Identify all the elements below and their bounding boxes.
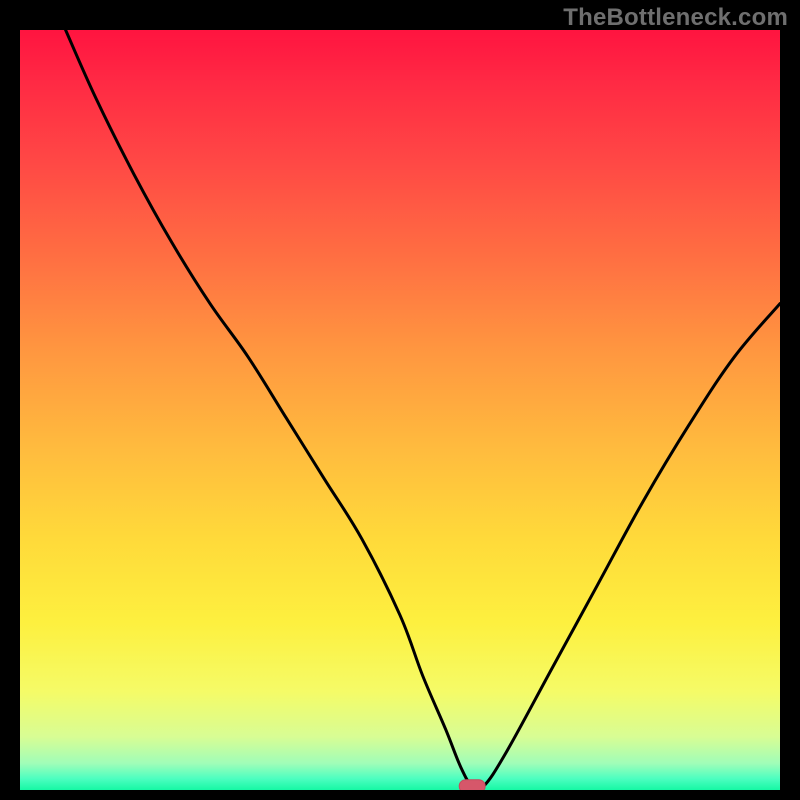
plot-svg: [20, 30, 780, 790]
plot-background: [20, 30, 780, 790]
watermark-label: TheBottleneck.com: [563, 4, 788, 32]
optimum-marker: [459, 780, 485, 790]
chart-frame: TheBottleneck.com: [0, 0, 800, 800]
bottleneck-plot: [20, 30, 780, 790]
